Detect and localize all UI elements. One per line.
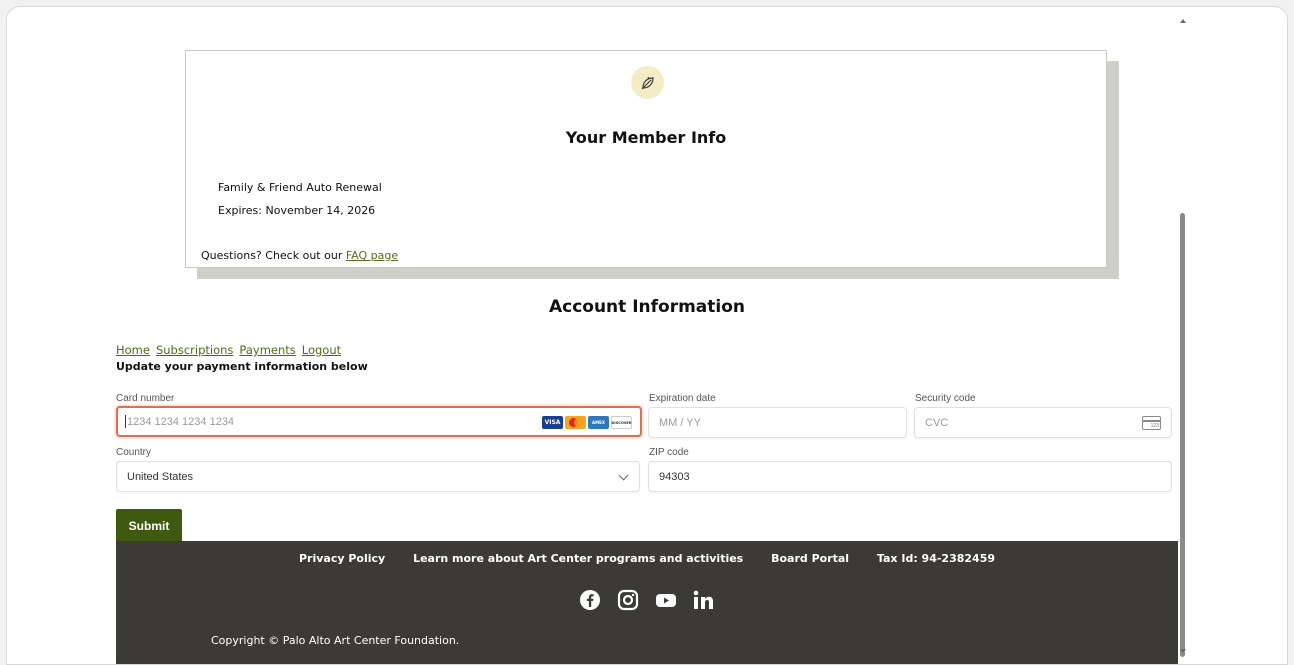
card-number-placeholder: 1234 1234 1234 1234 [127, 415, 235, 428]
expiration-placeholder: MM / YY [659, 416, 701, 429]
nav-logout-link[interactable]: Logout [302, 343, 341, 357]
mastercard-icon [565, 416, 586, 429]
security-code-label: Security code [915, 393, 976, 404]
security-code-input[interactable]: CVC 123 [914, 407, 1172, 438]
expiration-date-label: Expiration date [649, 393, 716, 404]
leaf-logo-icon [631, 66, 664, 99]
zip-code-label: ZIP code [649, 447, 689, 458]
chevron-down-icon [618, 470, 629, 481]
social-links [116, 588, 1178, 612]
tax-id-text: Tax Id: 94-2382459 [876, 552, 995, 565]
account-information-title: Account Information [548, 297, 746, 317]
country-select[interactable]: United States [116, 461, 640, 492]
faq-link[interactable]: FAQ page [346, 249, 398, 262]
account-nav: Home Subscriptions Payments Logout [116, 343, 347, 357]
country-value: United States [127, 470, 194, 483]
country-label: Country [116, 447, 152, 458]
scroll-down-icon[interactable] [1180, 649, 1186, 653]
discover-icon: DISCOVER [611, 416, 632, 429]
card-number-label: Card number [116, 393, 175, 404]
site-footer: Privacy Policy Learn more about Art Cent… [116, 541, 1178, 664]
membership-expiry: Expires: November 14, 2026 [218, 204, 376, 217]
art-center-programs-link[interactable]: Learn more about Art Center programs and… [413, 552, 743, 565]
board-portal-link[interactable]: Board Portal [771, 552, 849, 565]
zip-value: 94303 [659, 470, 690, 483]
footer-links: Privacy Policy Learn more about Art Cent… [116, 552, 1178, 565]
update-payment-label: Update your payment information below [116, 360, 368, 373]
copyright-text: Copyright © Palo Alto Art Center Foundat… [211, 634, 460, 647]
nav-home-link[interactable]: Home [116, 343, 150, 357]
card-brand-icons: VISA AMEX DISCOVER [542, 416, 632, 429]
instagram-icon[interactable] [616, 588, 640, 612]
amex-icon: AMEX [588, 416, 609, 429]
youtube-icon[interactable] [654, 588, 678, 612]
facebook-icon[interactable] [578, 588, 602, 612]
scrollbar-thumb[interactable] [1180, 213, 1185, 657]
member-info-card: Your Member Info Family & Friend Auto Re… [185, 50, 1107, 268]
membership-type: Family & Friend Auto Renewal [218, 181, 382, 194]
faq-text: Questions? Check out our FAQ page [201, 249, 398, 262]
security-placeholder: CVC [925, 416, 949, 429]
privacy-policy-link[interactable]: Privacy Policy [299, 552, 385, 565]
scroll-up-icon[interactable] [1180, 19, 1186, 23]
vertical-scrollbar[interactable] [1178, 17, 1188, 657]
submit-button[interactable]: Submit [116, 509, 182, 542]
visa-icon: VISA [542, 416, 563, 429]
faq-prefix: Questions? Check out our [201, 249, 346, 262]
browser-viewport: Your Member Info Family & Friend Auto Re… [6, 6, 1288, 665]
nav-payments-link[interactable]: Payments [239, 343, 295, 357]
card-number-input[interactable]: 1234 1234 1234 1234 VISA AMEX DISCOVER [116, 406, 642, 437]
cvc-card-icon: 123 [1142, 416, 1161, 430]
expiration-date-input[interactable]: MM / YY [648, 407, 907, 438]
nav-subscriptions-link[interactable]: Subscriptions [156, 343, 233, 357]
text-caret [125, 415, 126, 428]
zip-code-input[interactable]: 94303 [648, 461, 1172, 492]
linkedin-icon[interactable] [692, 588, 716, 612]
member-info-title: Your Member Info [565, 128, 727, 147]
